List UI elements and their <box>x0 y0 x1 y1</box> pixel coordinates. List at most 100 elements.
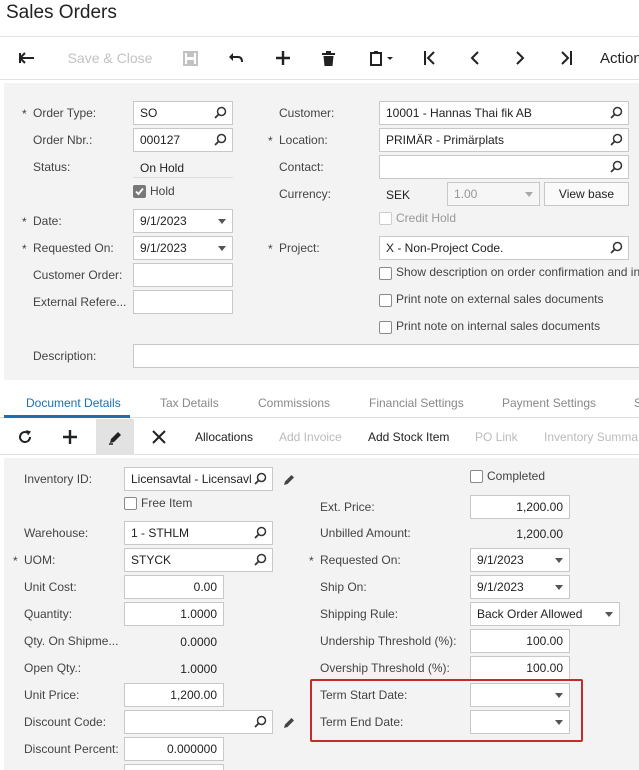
grid-toolbar: Allocations Add Invoice Add Stock Item P… <box>0 419 639 455</box>
clipboard-menu-button[interactable] <box>364 37 400 79</box>
ship-on-field[interactable]: 9/1/2023 <box>470 575 570 599</box>
currency-label: Currency: <box>279 187 332 201</box>
view-base-button[interactable]: View base <box>544 182 629 206</box>
discount-code-label: Discount Code: <box>24 715 107 729</box>
order-nbr-value: 000127 <box>140 133 181 147</box>
next-record-button[interactable] <box>509 37 531 79</box>
search-icon[interactable] <box>610 241 623 254</box>
chevron-right-icon <box>515 51 524 65</box>
previous-record-button[interactable] <box>463 37 485 79</box>
description-label: Description: <box>33 349 97 363</box>
next-field-partial[interactable] <box>124 764 224 770</box>
add-row-button[interactable] <box>63 419 77 455</box>
last-record-button[interactable] <box>555 37 577 79</box>
chevron-down-icon[interactable] <box>525 192 533 197</box>
currency-rate-field[interactable]: 1.00 <box>447 182 540 206</box>
inventory-id-label: Inventory ID: <box>24 472 93 486</box>
edit-discount-icon[interactable] <box>283 716 296 729</box>
order-nbr-field[interactable]: 000127 <box>133 128 233 152</box>
search-icon[interactable] <box>610 106 623 119</box>
tab-more[interactable]: S <box>634 396 639 410</box>
tab-tax-details[interactable]: Tax Details <box>160 396 219 410</box>
credit-hold-checkbox[interactable] <box>379 212 392 225</box>
search-icon[interactable] <box>254 553 267 566</box>
tab-payment-settings[interactable]: Payment Settings <box>502 396 596 410</box>
ext-price-field[interactable]: 1,200.00 <box>470 495 570 519</box>
hold-checkbox[interactable] <box>133 185 146 198</box>
required-marker: * <box>22 215 27 229</box>
location-label: Location: <box>279 133 328 147</box>
undo-icon <box>229 53 243 63</box>
inventory-summary-button[interactable]: Inventory Summa <box>544 419 638 455</box>
search-icon[interactable] <box>254 715 267 728</box>
tab-bar: Document Details Tax Details Commissions… <box>0 390 639 418</box>
tab-document-details[interactable]: Document Details <box>26 396 121 410</box>
customer-field[interactable]: 10001 - Hannas Thai fik AB <box>379 101 629 125</box>
order-type-field[interactable]: SO <box>133 101 233 125</box>
undo-button[interactable] <box>224 37 248 79</box>
chevron-down-icon[interactable] <box>605 612 613 617</box>
tab-financial-settings[interactable]: Financial Settings <box>369 396 464 410</box>
required-marker: * <box>268 134 273 148</box>
unit-cost-label: Unit Cost: <box>24 580 77 594</box>
add-invoice-button[interactable]: Add Invoice <box>279 419 342 455</box>
uom-value: STYCK <box>131 553 172 567</box>
requested-on-field[interactable]: 9/1/2023 <box>133 236 233 260</box>
edit-row-button[interactable] <box>96 419 134 455</box>
back-button[interactable] <box>14 37 40 79</box>
add-stock-item-button[interactable]: Add Stock Item <box>368 419 449 455</box>
date-field[interactable]: 9/1/2023 <box>133 209 233 233</box>
search-icon[interactable] <box>254 526 267 539</box>
edit-inventory-icon[interactable] <box>283 473 296 486</box>
project-field[interactable]: X - Non-Project Code. <box>379 236 629 260</box>
save-button[interactable] <box>178 37 202 79</box>
search-icon[interactable] <box>610 133 623 146</box>
chevron-down-icon[interactable] <box>555 585 563 590</box>
undership-field[interactable]: 100.00 <box>470 629 570 653</box>
unit-cost-field[interactable]: 0.00 <box>124 575 224 599</box>
description-field[interactable] <box>133 344 639 368</box>
discount-code-field[interactable] <box>124 710 273 734</box>
completed-checkbox[interactable] <box>470 470 483 483</box>
shipping-rule-select[interactable]: Back Order Allowed <box>470 602 620 626</box>
required-marker: * <box>22 107 27 121</box>
open-qty-value: 1.0000 <box>180 662 217 676</box>
line-requested-on-field[interactable]: 9/1/2023 <box>470 548 570 572</box>
print-note-internal-checkbox[interactable] <box>379 321 392 334</box>
search-icon[interactable] <box>214 133 227 146</box>
active-tab-indicator <box>4 415 130 418</box>
uom-field[interactable]: STYCK <box>124 548 273 572</box>
search-icon[interactable] <box>610 160 623 173</box>
delete-button[interactable] <box>316 37 340 79</box>
actions-menu-button[interactable]: Action <box>600 37 639 79</box>
order-nbr-label: Order Nbr.: <box>33 133 93 147</box>
discount-percent-field[interactable]: 0.000000 <box>124 737 224 761</box>
chevron-down-icon[interactable] <box>555 558 563 563</box>
first-record-button[interactable] <box>418 37 440 79</box>
quantity-field[interactable]: 1.0000 <box>124 602 224 626</box>
delete-row-button[interactable] <box>152 419 166 455</box>
print-note-external-checkbox[interactable] <box>379 294 392 307</box>
contact-field[interactable] <box>379 155 629 179</box>
add-button[interactable] <box>271 37 295 79</box>
free-item-checkbox[interactable] <box>124 497 137 510</box>
external-ref-field[interactable] <box>133 290 233 314</box>
customer-order-field[interactable] <box>133 263 233 287</box>
inventory-id-field[interactable]: Licensavtal - Licensavl <box>124 467 273 491</box>
required-marker: * <box>22 242 27 256</box>
allocations-button[interactable]: Allocations <box>195 419 253 455</box>
credit-hold-label: Credit Hold <box>396 211 457 225</box>
chevron-down-icon[interactable] <box>218 219 226 224</box>
location-field[interactable]: PRIMÄR - Primärplats <box>379 128 629 152</box>
save-close-button[interactable]: Save & Close <box>64 37 156 79</box>
po-link-button[interactable]: PO Link <box>475 419 518 455</box>
tab-commissions[interactable]: Commissions <box>258 396 330 410</box>
unit-price-field[interactable]: 1,200.00 <box>124 683 224 707</box>
search-icon[interactable] <box>214 106 227 119</box>
warehouse-field[interactable]: 1 - STHLM <box>124 521 273 545</box>
refresh-button[interactable] <box>18 419 32 455</box>
chevron-down-icon[interactable] <box>218 246 226 251</box>
show-description-checkbox[interactable] <box>379 267 392 280</box>
search-icon[interactable] <box>254 472 267 485</box>
overship-field[interactable]: 100.00 <box>470 656 570 680</box>
